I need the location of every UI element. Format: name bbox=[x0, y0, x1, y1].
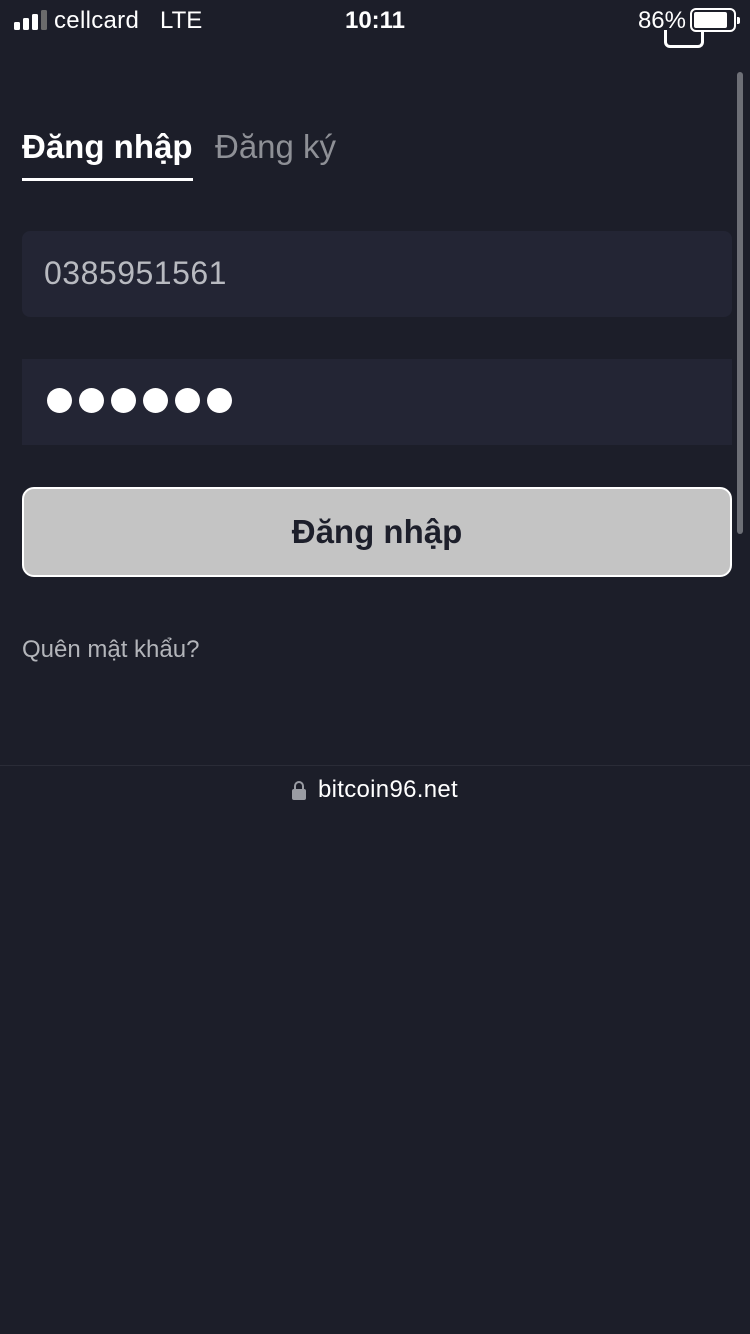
scrollbar[interactable] bbox=[737, 72, 743, 534]
url-text: bitcoin96.net bbox=[317, 776, 458, 803]
tab-login[interactable]: Đăng nhập bbox=[22, 128, 193, 182]
menu-icon[interactable] bbox=[664, 30, 704, 48]
forgot-password-link[interactable]: Quên mật khẩu? bbox=[22, 636, 199, 664]
password-dot bbox=[207, 388, 232, 413]
login-button-label: Đăng nhập bbox=[291, 513, 463, 550]
tab-login-label: Đăng nhập bbox=[22, 128, 193, 165]
lock-icon bbox=[291, 780, 306, 800]
password-dot bbox=[111, 388, 136, 413]
tab-register-label: Đăng ký bbox=[215, 128, 337, 165]
browser-toolbar-divider bbox=[0, 765, 750, 766]
password-input[interactable] bbox=[22, 359, 732, 445]
url-bar[interactable]: bitcoin96.net bbox=[0, 774, 750, 806]
active-tab-indicator bbox=[22, 178, 193, 181]
phone-input-value: 0385951561 bbox=[44, 255, 227, 291]
login-page: cellcard LTE 10:11 86% Đăng nhập Đăng ký… bbox=[0, 0, 750, 1334]
battery-fill bbox=[694, 12, 727, 28]
password-dot bbox=[143, 388, 168, 413]
password-dot bbox=[175, 388, 200, 413]
phone-input[interactable]: 0385951561 bbox=[22, 231, 732, 317]
battery-icon bbox=[690, 8, 740, 32]
password-dot bbox=[79, 388, 104, 413]
status-bar: cellcard LTE 10:11 86% bbox=[0, 0, 750, 42]
password-dot bbox=[47, 388, 72, 413]
tab-register[interactable]: Đăng ký bbox=[215, 128, 336, 182]
password-mask bbox=[47, 388, 239, 414]
login-button[interactable]: Đăng nhập bbox=[22, 487, 732, 577]
